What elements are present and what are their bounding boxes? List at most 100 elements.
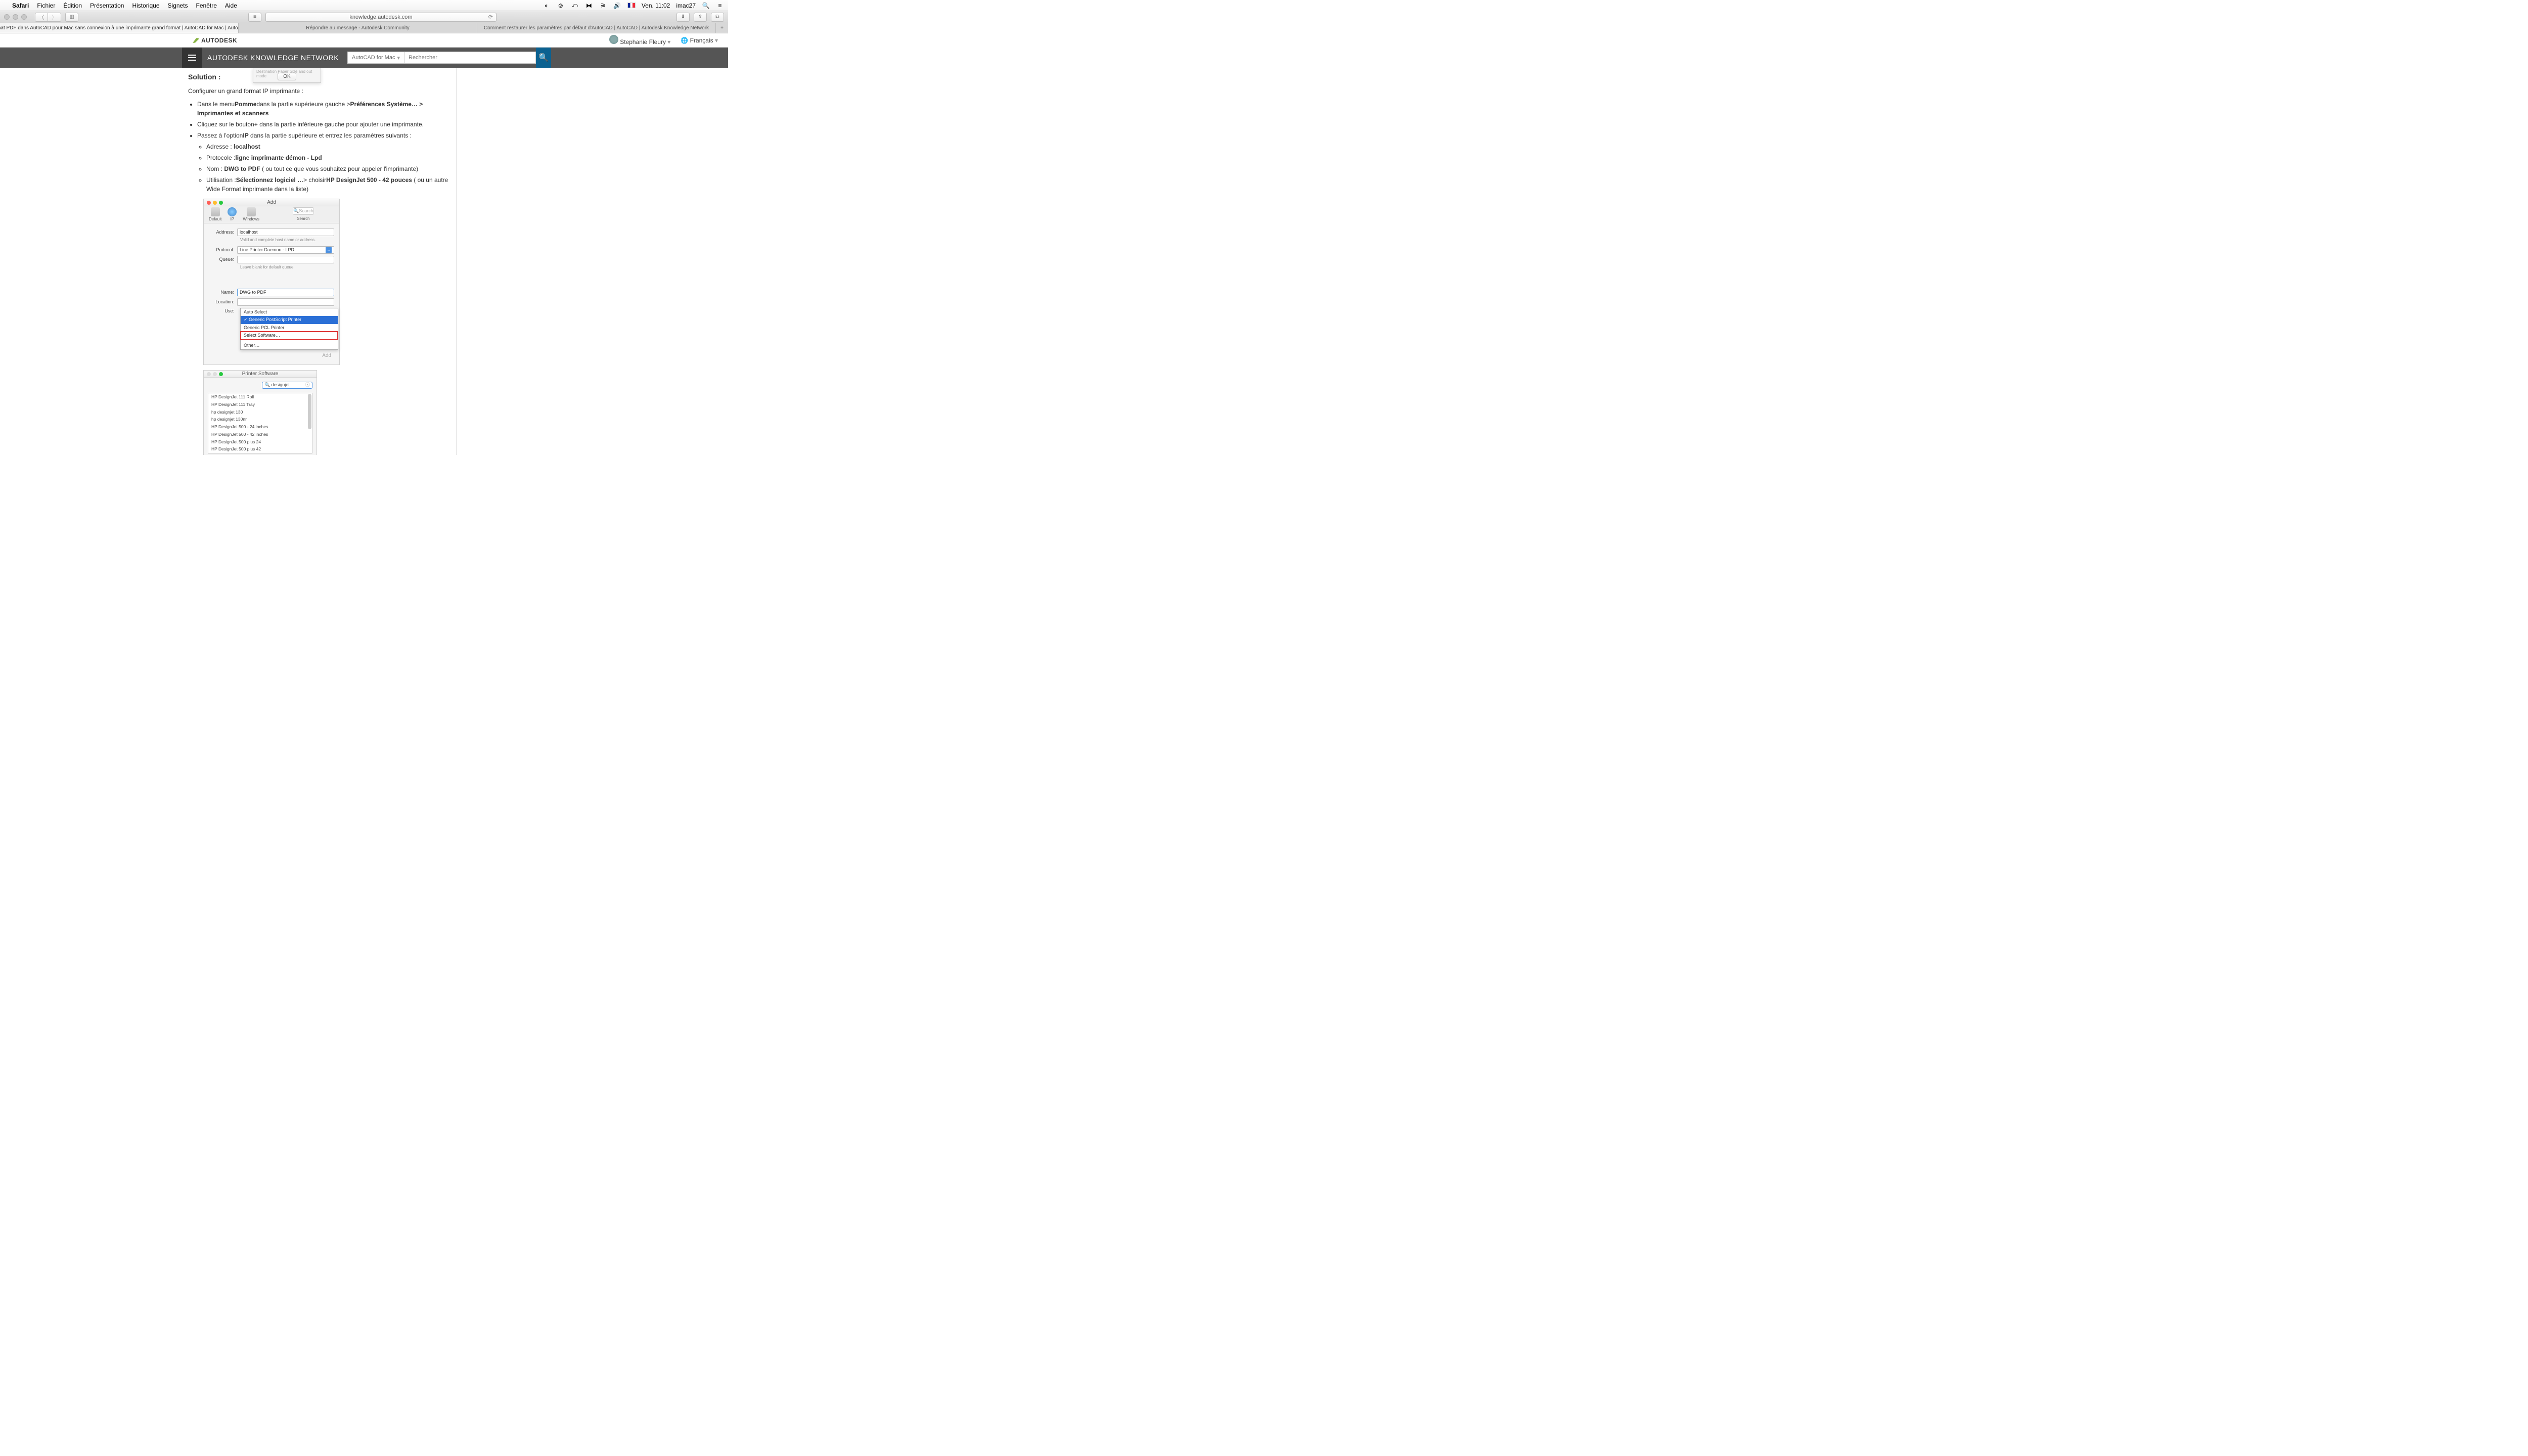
autodesk-topbar: AUTODESK Stephanie Fleury 🌐 Français xyxy=(0,33,728,48)
lbl-protocol: Protocol: xyxy=(209,247,237,254)
fld-location xyxy=(237,298,334,306)
step-3: Passez à l'optionIP dans la partie supér… xyxy=(197,131,456,194)
add-button-disabled: Add xyxy=(209,350,334,361)
step-1: Dans le menuPommedans la partie supérieu… xyxy=(197,100,456,118)
use-dropdown: Auto Select ✓ Generic PostScript Printer… xyxy=(240,308,338,350)
tab-windows: Windows xyxy=(241,207,261,222)
reader-button[interactable]: ≡ xyxy=(248,13,261,22)
menu-history[interactable]: Historique xyxy=(132,2,159,9)
back-button[interactable]: 〈 xyxy=(35,13,48,22)
menu-bookmarks[interactable]: Signets xyxy=(168,2,188,9)
hint-address: Valid and complete host name or address. xyxy=(240,237,334,243)
volume-icon[interactable]: 🔊 xyxy=(613,2,621,10)
status-icon-3[interactable]: ⤺ xyxy=(571,2,579,10)
downloads-button[interactable]: ⬇ xyxy=(676,13,690,22)
search-icon: 🔍 xyxy=(538,53,549,63)
window-minimize[interactable] xyxy=(13,14,18,20)
new-tab-button[interactable]: + xyxy=(716,23,728,33)
dd-opt-2: Generic PCL Printer xyxy=(241,324,338,332)
user-menu[interactable]: Stephanie Fleury xyxy=(609,35,670,46)
dlg-title: Add xyxy=(204,199,339,206)
solution-heading: Solution : xyxy=(188,72,456,82)
page-content: Destination Paper Size and out mode OK S… xyxy=(0,68,728,455)
window-zoom[interactable] xyxy=(21,14,27,20)
site-title: AUTODESK KNOWLEDGE NETWORK xyxy=(207,54,339,62)
list-item: HP DesignJet 111 Tray xyxy=(208,401,312,408)
reload-icon[interactable]: ⟳ xyxy=(488,14,493,20)
clock[interactable]: Ven. 11:02 xyxy=(642,2,670,9)
substep-protocol: Protocole :ligne imprimante démon - Lpd xyxy=(206,153,456,162)
screenshot-add-printer: Add Default IP Windows 🔍 Search Search A… xyxy=(203,199,340,365)
autodesk-nav: AUTODESK KNOWLEDGE NETWORK AutoCAD for M… xyxy=(0,48,728,68)
language-menu[interactable]: 🌐 Français xyxy=(681,37,718,44)
step-2: Cliquez sur le bouton+ dans la partie in… xyxy=(197,120,456,129)
lbl-queue: Queue: xyxy=(209,256,237,263)
sidebar-button[interactable]: ▥ xyxy=(65,13,78,22)
fld-name: DWG to PDF xyxy=(237,289,334,296)
tab-1[interactable]: Répondre au message - Autodesk Community xyxy=(239,23,477,33)
hamburger-menu[interactable] xyxy=(182,48,202,68)
tab-ip: IP xyxy=(225,207,239,222)
forward-button[interactable]: 〉 xyxy=(48,13,61,22)
remnant-hint: Destination Paper Size and out mode xyxy=(256,69,321,78)
list-item: HP DesignJet 500 plus 24 xyxy=(208,438,312,446)
search-scope-dropdown[interactable]: AutoCAD for Mac xyxy=(347,52,404,64)
intro-text: Configurer un grand format IP imprimante… xyxy=(188,86,456,96)
tab-0[interactable]: Impression de grand format PDF dans Auto… xyxy=(0,23,239,33)
tabs-button[interactable]: ⧉ xyxy=(711,13,724,22)
dd-opt-4: Other… xyxy=(241,342,338,350)
menu-window[interactable]: Fenêtre xyxy=(196,2,217,9)
search-button[interactable]: 🔍 xyxy=(536,48,551,68)
dlg2-title: Printer Software xyxy=(204,370,317,378)
dd-opt-3: Select Software… xyxy=(241,332,338,340)
status-icon-2[interactable]: ⊚ xyxy=(557,2,565,10)
dd-opt-0: Auto Select xyxy=(241,308,338,316)
bluetooth-icon[interactable]: ⧓ xyxy=(585,2,593,10)
status-icon-1[interactable]: ◐ xyxy=(543,2,551,10)
menu-view[interactable]: Présentation xyxy=(90,2,124,9)
autodesk-brand-text: AUTODESK xyxy=(201,37,237,44)
spotlight-icon[interactable]: 🔍 xyxy=(702,2,710,10)
scrollbar xyxy=(308,394,311,429)
dlg-search-label: Search xyxy=(297,216,309,222)
search-input[interactable] xyxy=(404,52,536,64)
hostname[interactable]: imac27 xyxy=(676,2,696,9)
content-divider xyxy=(456,68,457,455)
menu-file[interactable]: Fichier xyxy=(37,2,55,9)
list-item: HP DesignJet 500 plus 42 xyxy=(208,445,312,453)
fld-protocol: Line Printer Daemon - LPD⌄ xyxy=(237,246,334,254)
user-name: Stephanie Fleury xyxy=(620,38,670,46)
input-flag-icon[interactable] xyxy=(627,3,636,8)
tab-default: Default xyxy=(207,207,223,222)
macos-menubar: Safari Fichier Édition Présentation Hist… xyxy=(0,0,728,11)
hint-queue: Leave blank for default queue. xyxy=(240,264,334,270)
menu-help[interactable]: Aide xyxy=(225,2,237,9)
screenshot-printer-software: Printer Software 🔍 designjetⓧ HP DesignJ… xyxy=(203,370,317,455)
dd-opt-1: ✓ Generic PostScript Printer xyxy=(241,316,338,324)
dlg2-search: 🔍 designjetⓧ xyxy=(262,382,312,389)
menu-edit[interactable]: Édition xyxy=(63,2,82,9)
list-item: hp designjet 130nr xyxy=(208,416,312,423)
safari-toolbar: 〈 〉 ▥ ≡ knowledge.autodesk.com ⟳ ⬇ ⇪ ⧉ xyxy=(0,11,728,23)
language-label: Français xyxy=(690,37,718,44)
address-bar[interactable]: knowledge.autodesk.com ⟳ xyxy=(265,13,496,22)
lbl-use: Use: xyxy=(209,308,237,315)
substep-address: Adresse : localhost xyxy=(206,142,456,151)
window-close[interactable] xyxy=(4,14,10,20)
tab-2[interactable]: Comment restaurer les paramètres par déf… xyxy=(477,23,716,33)
share-button[interactable]: ⇪ xyxy=(694,13,707,22)
autodesk-logo-icon xyxy=(192,37,199,44)
article: Solution : Configurer un grand format IP… xyxy=(188,72,456,455)
wifi-icon[interactable]: ⚞ xyxy=(599,2,607,10)
app-name[interactable]: Safari xyxy=(12,2,29,9)
fld-queue xyxy=(237,256,334,263)
notification-center-icon[interactable]: ≡ xyxy=(716,2,724,10)
autodesk-logo[interactable]: AUTODESK xyxy=(192,37,237,44)
fld-address: localhost xyxy=(237,229,334,236)
lbl-location: Location: xyxy=(209,299,237,306)
globe-icon: 🌐 xyxy=(681,37,688,44)
dlg-search: 🔍 Search xyxy=(293,207,314,215)
url-text: knowledge.autodesk.com xyxy=(349,14,412,20)
list-item: HP DesignJet 111 Roll xyxy=(208,393,312,401)
lbl-name: Name: xyxy=(209,289,237,296)
